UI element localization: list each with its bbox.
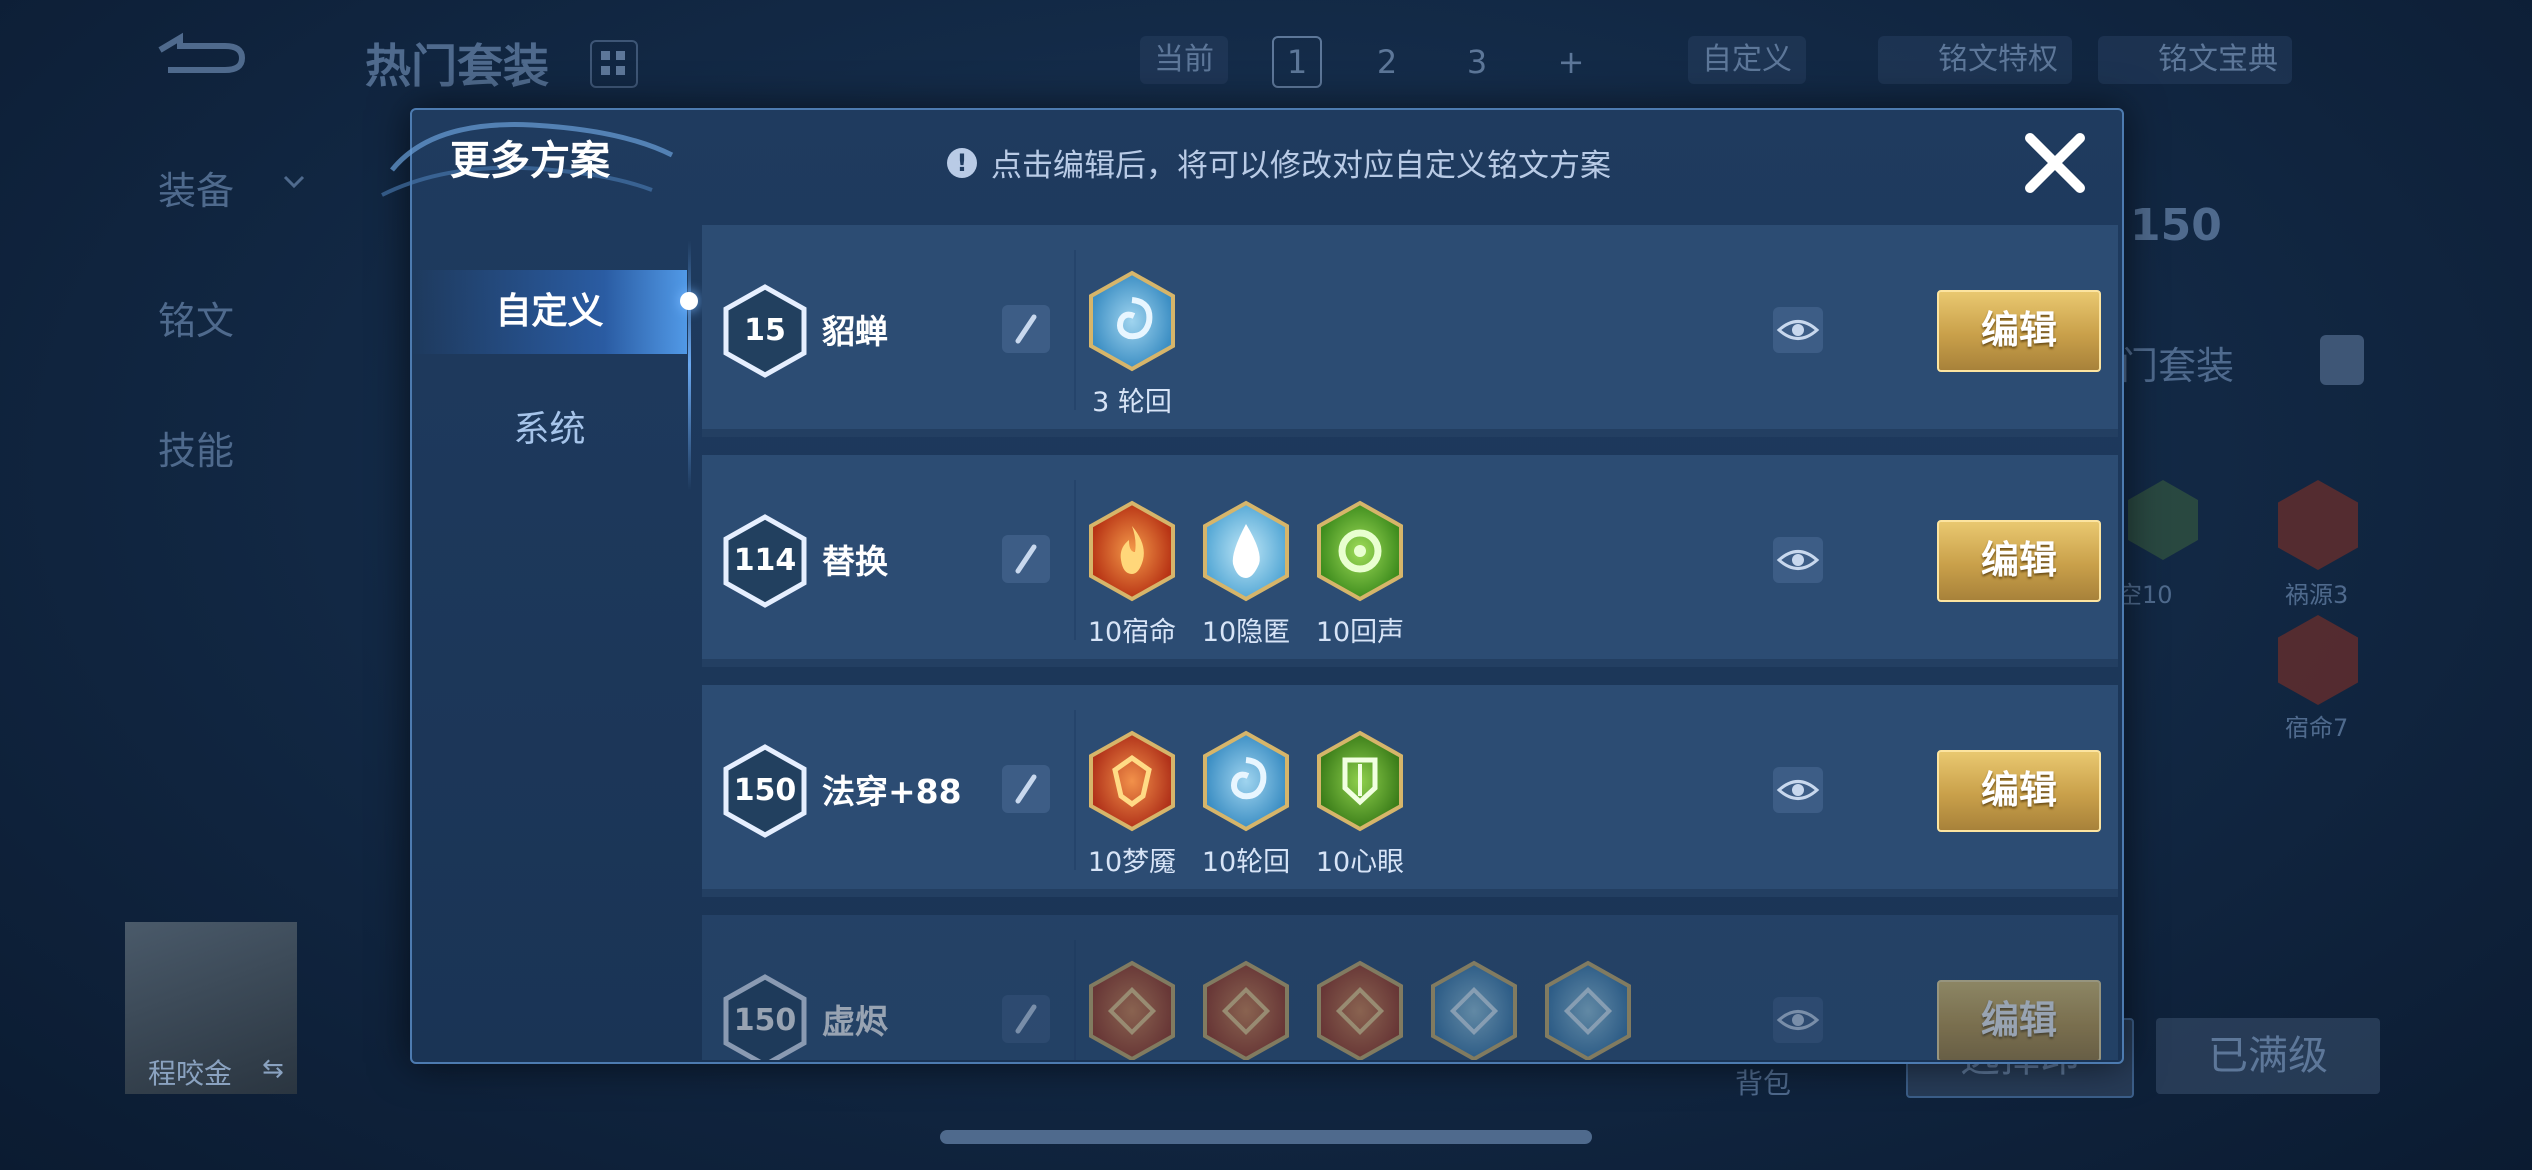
page-tab-1[interactable]: 1 bbox=[1272, 36, 1322, 88]
close-icon[interactable] bbox=[2020, 128, 2090, 198]
rune-icon bbox=[2278, 480, 2358, 570]
rune-privilege-button[interactable]: 铭文特权 bbox=[1878, 36, 2072, 84]
info-icon: ! bbox=[947, 147, 977, 178]
eye-icon[interactable] bbox=[1773, 307, 1823, 353]
plan-row: 114 替换 10宿命 10隐匿 10回声 编辑 bbox=[702, 455, 2118, 667]
more-plans-dialog: 更多方案 ! 点击编辑后，将可以修改对应自定义铭文方案 自定义 系统 15 貂蝉 3… bbox=[381, 108, 2124, 1064]
tab-custom[interactable]: 自定义 bbox=[412, 270, 687, 354]
plan-list[interactable]: 15 貂蝉 3 轮回 编辑 114 替换 10宿命 10隐匿 10回声 编辑 150 法穿+88 10梦… bbox=[702, 225, 2118, 1060]
divider bbox=[1074, 940, 1076, 1060]
notice: ! 点击编辑后，将可以修改对应自定义铭文方案 bbox=[947, 140, 1611, 185]
edit-button[interactable]: 编辑 bbox=[1937, 750, 2101, 832]
rune-vortex-blue-icon bbox=[1087, 270, 1177, 372]
rune-icon bbox=[2278, 615, 2358, 705]
rune-label: 10轮回 bbox=[1201, 847, 1291, 878]
list-icon[interactable] bbox=[2320, 335, 2364, 385]
level-badge: 114 bbox=[722, 513, 808, 609]
rune-codex-button[interactable]: 铭文宝典 bbox=[2098, 36, 2292, 84]
rename-pen-icon[interactable] bbox=[1002, 765, 1050, 813]
edit-button[interactable]: 编辑 bbox=[1937, 290, 2101, 372]
rune-ring-green-icon bbox=[1315, 500, 1405, 602]
current-label: 当前 bbox=[1140, 36, 1228, 84]
rune-label: 空10 bbox=[2118, 581, 2173, 609]
rune-rune-red-icon bbox=[1087, 960, 1177, 1060]
custom-chip[interactable]: 自定义 bbox=[1688, 36, 1806, 84]
rename-pen-icon[interactable] bbox=[1002, 995, 1050, 1043]
edit-button[interactable]: 编辑 bbox=[1937, 520, 2101, 602]
eye-icon[interactable] bbox=[1773, 997, 1823, 1043]
rune-icon bbox=[2128, 480, 2198, 560]
chevron-down-icon bbox=[283, 175, 305, 189]
plan-name: 虚烬 bbox=[822, 1002, 888, 1041]
back-arrow-icon[interactable] bbox=[150, 30, 250, 80]
swap-icon[interactable]: ⇆ bbox=[262, 1054, 284, 1084]
level-badge: 150 bbox=[2130, 200, 2222, 251]
side-nav-equipment[interactable]: 装备 bbox=[158, 160, 234, 215]
rune-label: 宿命7 bbox=[2285, 714, 2349, 742]
rune-label: 10宿命 bbox=[1087, 617, 1177, 648]
rune-label: 10心眼 bbox=[1315, 847, 1405, 878]
rune-rune-red-icon bbox=[1315, 960, 1405, 1060]
eye-icon[interactable] bbox=[1773, 767, 1823, 813]
maxed-button[interactable]: 已满级 bbox=[2156, 1018, 2380, 1094]
plan-name: 法穿+88 bbox=[822, 772, 962, 811]
page-tab-3[interactable]: 3 bbox=[1452, 36, 1502, 88]
rune-crest-red-icon bbox=[1087, 730, 1177, 832]
level-badge: 150 bbox=[722, 743, 808, 839]
rune-codex-label: 铭文宝典 bbox=[2158, 42, 2278, 77]
page-title: 热门套装 bbox=[365, 39, 549, 93]
rune-rune-blue-icon bbox=[1543, 960, 1633, 1060]
rune-shield-green-icon bbox=[1315, 730, 1405, 832]
grid-icon[interactable] bbox=[590, 40, 638, 88]
rail-indicator bbox=[680, 292, 698, 310]
rune-label: 10隐匿 bbox=[1201, 617, 1291, 648]
rune-rune-red-icon bbox=[1201, 960, 1291, 1060]
plan-tabs: 自定义 系统 bbox=[412, 230, 687, 1060]
plan-row: 15 貂蝉 3 轮回 编辑 bbox=[702, 225, 2118, 437]
side-nav-skills[interactable]: 技能 bbox=[158, 420, 234, 475]
level-value: 114 bbox=[733, 543, 797, 578]
level-value: 15 bbox=[744, 313, 786, 348]
level-value: 150 bbox=[733, 1003, 797, 1038]
rune-flame-red-icon bbox=[1087, 500, 1177, 602]
home-indicator[interactable] bbox=[940, 1130, 1592, 1144]
edit-button[interactable]: 编辑 bbox=[1937, 980, 2101, 1060]
rune-label: 祸源3 bbox=[2285, 581, 2349, 609]
hero-name: 程咬金 bbox=[148, 1057, 233, 1090]
rune-label: 10回声 bbox=[1315, 617, 1405, 648]
side-nav-runes[interactable]: 铭文 bbox=[158, 290, 234, 345]
notice-text: 点击编辑后，将可以修改对应自定义铭文方案 bbox=[991, 148, 1611, 184]
page-tab-2[interactable]: 2 bbox=[1362, 36, 1412, 88]
add-page-button[interactable]: + bbox=[1546, 36, 1596, 88]
level-value: 150 bbox=[733, 773, 797, 808]
rune-drop-blue-icon bbox=[1201, 500, 1291, 602]
rename-pen-icon[interactable] bbox=[1002, 535, 1050, 583]
plan-name: 替换 bbox=[822, 542, 888, 581]
rune-label: 3 轮回 bbox=[1092, 387, 1172, 418]
hot-set-label: 门套装 bbox=[2120, 344, 2235, 388]
rename-pen-icon[interactable] bbox=[1002, 305, 1050, 353]
tab-system[interactable]: 系统 bbox=[412, 400, 687, 460]
plan-name: 貂蝉 bbox=[822, 312, 888, 351]
tab-rail bbox=[688, 240, 691, 490]
rune-label: 10梦魇 bbox=[1087, 847, 1177, 878]
dialog-title: 更多方案 bbox=[450, 138, 610, 184]
rune-rune-blue-icon bbox=[1429, 960, 1519, 1060]
eye-icon[interactable] bbox=[1773, 537, 1823, 583]
bag-label: 背包 bbox=[1735, 1067, 1792, 1100]
rune-privilege-label: 铭文特权 bbox=[1938, 42, 2058, 77]
level-badge: 150 bbox=[722, 973, 808, 1060]
rune-vortex-blue-icon bbox=[1201, 730, 1291, 832]
level-badge: 15 bbox=[722, 283, 808, 379]
plan-row: 150 虚烬 编辑 bbox=[702, 915, 2118, 1060]
plan-row: 150 法穿+88 10梦魇 10轮回 10心眼 编辑 bbox=[702, 685, 2118, 897]
